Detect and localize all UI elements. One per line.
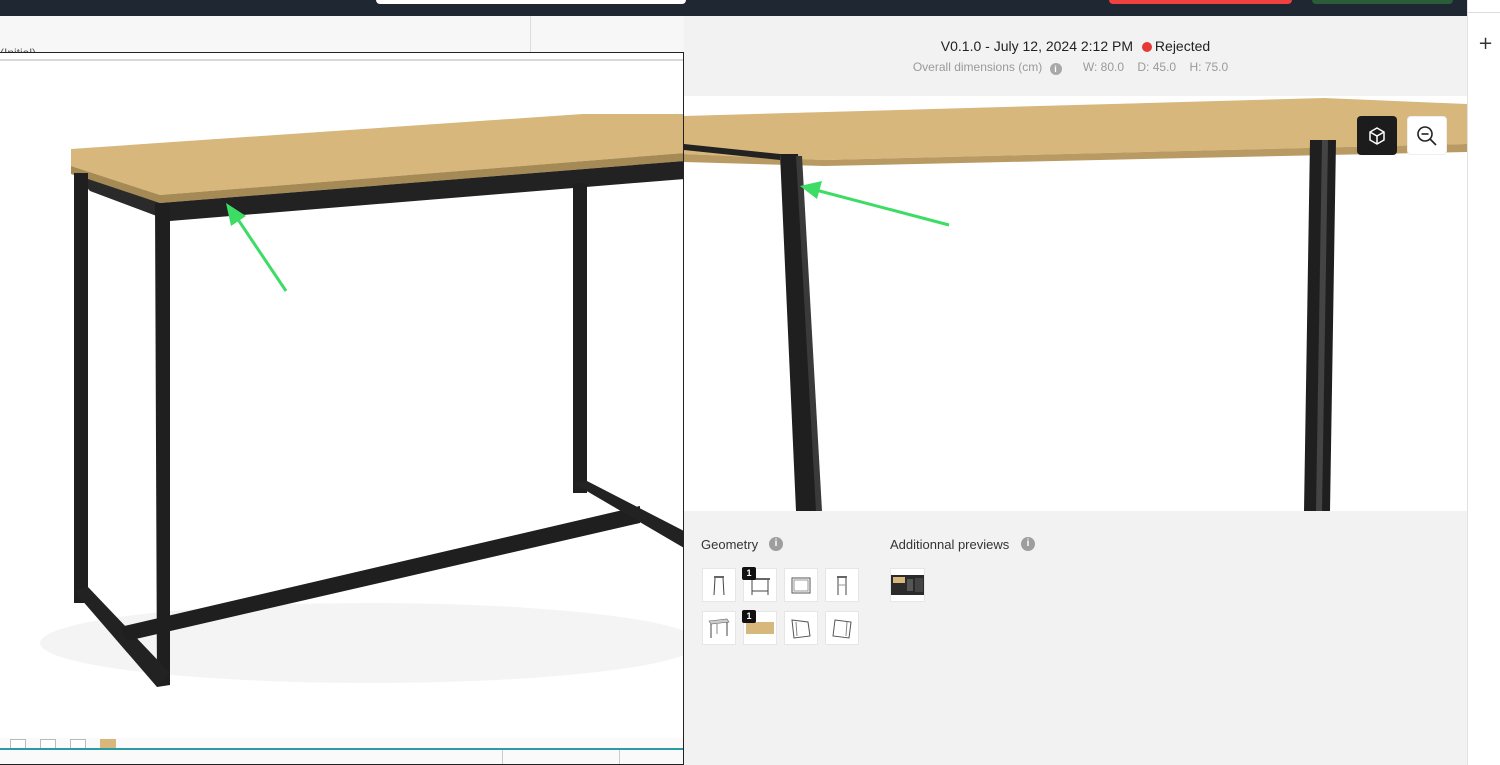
3d-view-button[interactable] <box>1357 116 1397 155</box>
divider <box>502 750 503 764</box>
dimension-width: W: 80.0 <box>1082 60 1125 74</box>
info-icon[interactable]: i <box>1049 63 1062 75</box>
back-view-icon <box>837 576 847 595</box>
zoom-out-icon <box>1417 125 1437 146</box>
dimension-depth: D: 45.0 <box>1137 60 1177 74</box>
thumbnail-badge: 1 <box>742 610 756 623</box>
zoom-out-button[interactable] <box>1407 116 1447 155</box>
status-badge: Rejected <box>1154 38 1211 54</box>
geometry-thumbnail-angle-left[interactable] <box>825 611 859 645</box>
geometry-thumbnail-angle-right[interactable] <box>784 611 818 645</box>
additional-previews-label: Additionnal previews <box>890 537 1010 552</box>
divider <box>1468 12 1500 13</box>
geometry-label: Geometry <box>701 537 759 552</box>
angle-left-view-icon <box>832 619 852 639</box>
approve-button[interactable] <box>1312 0 1453 4</box>
previews-info-icon[interactable]: i <box>1021 537 1035 551</box>
cube-icon <box>1369 126 1385 145</box>
geometry-thumbnail-back[interactable] <box>825 568 859 602</box>
additional-preview-thumbnail[interactable] <box>890 568 925 602</box>
divider <box>619 750 620 764</box>
front-view-icon <box>713 576 725 596</box>
dimensions-row: Overall dimensions (cm) i W: 80.0 D: 45.… <box>684 60 1467 75</box>
thumbnail-badge: 1 <box>742 567 756 580</box>
top-bar <box>0 0 1467 16</box>
image-popup <box>0 52 684 765</box>
divider <box>530 16 531 56</box>
angle-right-view-icon <box>791 619 811 639</box>
geometry-info-icon[interactable]: i <box>769 537 783 551</box>
preview-image-icon <box>891 575 924 595</box>
reject-button[interactable] <box>1109 0 1292 4</box>
dimensions-label: Overall dimensions (cm) <box>912 60 1043 74</box>
version-label: V0.1.0 - July 12, 2024 2:12 PM <box>940 38 1134 54</box>
geometry-thumbnail-wood[interactable]: 1 <box>742 610 777 645</box>
dimension-height: H: 75.0 <box>1189 60 1229 74</box>
geometry-thumbnail-top[interactable] <box>784 568 818 602</box>
search-input[interactable] <box>376 0 686 4</box>
geometry-thumbnail-front[interactable] <box>702 568 736 602</box>
angle-view-icon <box>708 618 730 638</box>
right-rail: + <box>1467 0 1500 765</box>
status-dot-icon <box>1141 42 1152 52</box>
geometry-thumbnail-side[interactable]: 1 <box>742 567 777 602</box>
geometry-thumbnail-angle[interactable] <box>702 611 736 645</box>
table-closeup-render <box>684 98 1467 511</box>
product-viewer[interactable] <box>684 96 1467 511</box>
table-full-render <box>40 114 683 687</box>
top-view-icon <box>791 577 811 594</box>
version-header: V0.1.0 - July 12, 2024 2:12 PM Rejected <box>684 38 1467 54</box>
progress-line <box>0 748 683 750</box>
add-icon[interactable]: + <box>1478 33 1493 54</box>
